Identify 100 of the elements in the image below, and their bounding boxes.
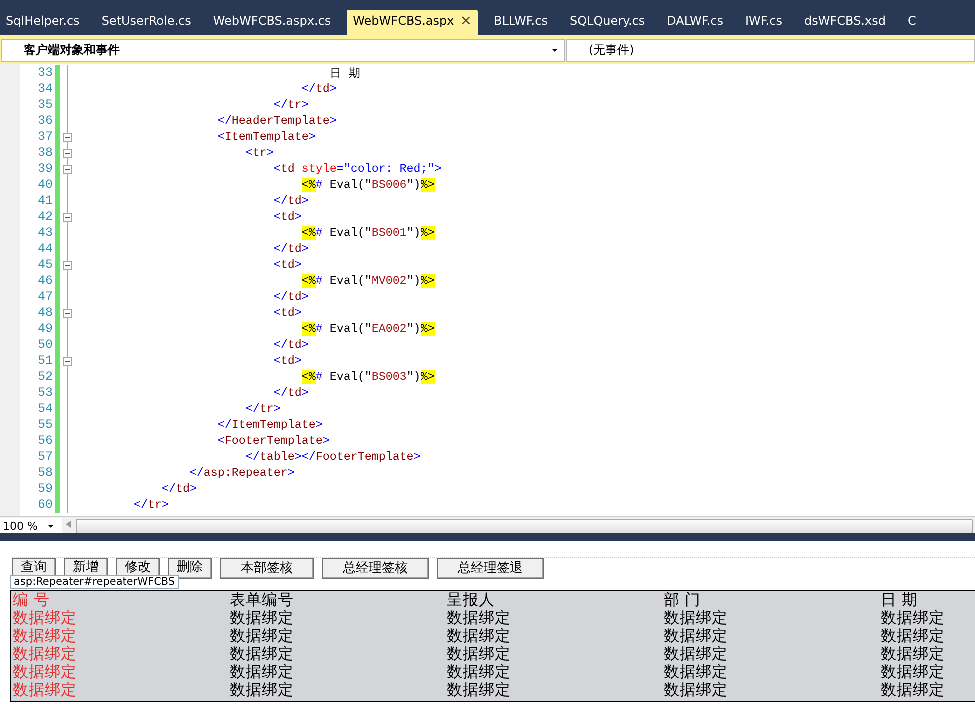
collapse-icon[interactable] bbox=[62, 161, 73, 177]
code-line: </td> bbox=[160, 482, 197, 496]
table-cell-text: 数据绑定 bbox=[664, 663, 729, 681]
line-number: 45 bbox=[36, 258, 54, 272]
code-line: </tr> bbox=[244, 402, 281, 416]
table-cell-text: 数据绑定 bbox=[881, 627, 946, 645]
table-cell-text: 数据绑定 bbox=[881, 663, 946, 681]
code-line: <td> bbox=[272, 354, 302, 368]
line-number: 36 bbox=[36, 114, 54, 128]
form-button[interactable]: 总经理签核 bbox=[322, 558, 429, 579]
line-number: 33 bbox=[36, 66, 54, 80]
table-cell-text: 数据绑定 bbox=[13, 681, 78, 699]
events-dropdown[interactable]: (无事件) bbox=[566, 39, 975, 62]
table-cell-text: 数据绑定 bbox=[664, 609, 729, 627]
code-line: <td> bbox=[272, 306, 302, 320]
code-line: <td> bbox=[272, 258, 302, 272]
table-cell-text: 数据绑定 bbox=[13, 627, 78, 645]
code-line: </td> bbox=[272, 242, 309, 256]
line-number: 48 bbox=[36, 306, 54, 320]
code-line: </table></FooterTemplate> bbox=[244, 450, 421, 464]
line-number: 47 bbox=[36, 290, 54, 304]
code-line: <td style="color: Red;"> bbox=[272, 162, 442, 176]
line-number: 40 bbox=[36, 178, 54, 192]
editor-tab[interactable]: WebWFCBS.aspx × bbox=[347, 10, 478, 35]
table-cell-text: 数据绑定 bbox=[447, 681, 512, 699]
line-number: 55 bbox=[36, 418, 54, 432]
table-cell-text: 数据绑定 bbox=[447, 627, 512, 645]
table-cell-text: 数据绑定 bbox=[13, 609, 78, 627]
code-line: </td> bbox=[272, 194, 309, 208]
line-number: 59 bbox=[36, 482, 54, 496]
code-line: <td> bbox=[272, 210, 302, 224]
editor-tab[interactable]: BLLWF.cs bbox=[488, 10, 554, 35]
collapse-icon[interactable] bbox=[62, 257, 73, 273]
editor-tab[interactable]: SQLQuery.cs bbox=[564, 10, 652, 35]
column-header: 部 门 bbox=[664, 591, 702, 609]
control-tooltip: asp:Repeater#repeaterWFCBS bbox=[10, 575, 180, 589]
column-header: 呈报人 bbox=[447, 591, 496, 609]
line-number: 41 bbox=[36, 194, 54, 208]
horizontal-scrollbar[interactable] bbox=[76, 518, 973, 533]
line-number: 46 bbox=[36, 274, 54, 288]
line-number: 51 bbox=[36, 354, 54, 368]
code-line: </td> bbox=[272, 386, 309, 400]
table-cell-text: 数据绑定 bbox=[230, 627, 295, 645]
table-cell-text: 数据绑定 bbox=[230, 609, 295, 627]
code-line: <FooterTemplate> bbox=[216, 434, 330, 448]
table-cell-text: 数据绑定 bbox=[881, 645, 946, 663]
table-cell-text: 数据绑定 bbox=[447, 645, 512, 663]
table-cell-text: 数据绑定 bbox=[664, 681, 729, 699]
line-number: 56 bbox=[36, 434, 54, 448]
table-cell-text: 数据绑定 bbox=[881, 609, 946, 627]
line-number: 37 bbox=[36, 130, 54, 144]
line-number: 53 bbox=[36, 386, 54, 400]
table-cell-text: 数据绑定 bbox=[664, 627, 729, 645]
code-line: </HeaderTemplate> bbox=[216, 114, 337, 128]
form-button[interactable]: 本部签核 bbox=[220, 558, 314, 579]
code-line: </td> bbox=[272, 290, 309, 304]
dropdown-caret-icon bbox=[48, 524, 54, 528]
code-line: </tr> bbox=[132, 498, 169, 512]
line-number: 50 bbox=[36, 338, 54, 352]
editor-tab[interactable]: IWF.cs bbox=[739, 10, 789, 35]
collapse-icon[interactable] bbox=[62, 209, 73, 225]
line-number: 52 bbox=[36, 370, 54, 384]
close-icon[interactable]: × bbox=[460, 14, 472, 28]
line-number: 57 bbox=[36, 450, 54, 464]
collapse-icon[interactable] bbox=[62, 129, 73, 145]
code-line: </td> bbox=[300, 82, 337, 96]
line-number: 44 bbox=[36, 242, 54, 256]
line-number: 39 bbox=[36, 162, 54, 176]
collapse-icon[interactable] bbox=[62, 145, 73, 161]
editor-tab[interactable]: WebWFCBS.aspx.cs bbox=[207, 10, 338, 35]
table-cell-text: 数据绑定 bbox=[447, 609, 512, 627]
line-number: 43 bbox=[36, 226, 54, 240]
editor-tab[interactable]: C bbox=[902, 10, 922, 35]
table-cell-text: 数据绑定 bbox=[230, 645, 295, 663]
code-line: <ItemTemplate> bbox=[216, 130, 316, 144]
collapse-icon[interactable] bbox=[62, 305, 73, 321]
line-number: 34 bbox=[36, 82, 54, 96]
code-line: <tr> bbox=[244, 146, 274, 160]
form-button[interactable]: 总经理签退 bbox=[437, 558, 544, 579]
editor-tab[interactable]: SqlHelper.cs bbox=[0, 10, 86, 35]
line-number: 38 bbox=[36, 146, 54, 160]
editor-tab[interactable]: dsWFCBS.xsd bbox=[798, 10, 892, 35]
line-number: 58 bbox=[36, 466, 54, 480]
table-cell-text: 数据绑定 bbox=[447, 663, 512, 681]
zoom-dropdown[interactable]: 100 % bbox=[0, 518, 62, 533]
collapse-icon[interactable] bbox=[62, 353, 73, 369]
editor-tab[interactable]: SetUserRole.cs bbox=[96, 10, 198, 35]
column-header: 表单编号 bbox=[230, 591, 295, 609]
dropdown-caret-icon bbox=[552, 49, 558, 52]
line-number: 54 bbox=[36, 402, 54, 416]
objects-dropdown[interactable]: 客户端对象和事件 bbox=[1, 39, 565, 62]
table-cell-text: 数据绑定 bbox=[230, 663, 295, 681]
line-number: 42 bbox=[36, 210, 54, 224]
table-cell-text: 数据绑定 bbox=[881, 681, 946, 699]
code-line: </td> bbox=[272, 338, 309, 352]
code-line: 日 期 bbox=[328, 66, 361, 80]
code-line: </ItemTemplate> bbox=[216, 418, 323, 432]
line-number: 49 bbox=[36, 322, 54, 336]
editor-tab[interactable]: DALWF.cs bbox=[661, 10, 730, 35]
column-header: 编 号 bbox=[13, 591, 51, 609]
